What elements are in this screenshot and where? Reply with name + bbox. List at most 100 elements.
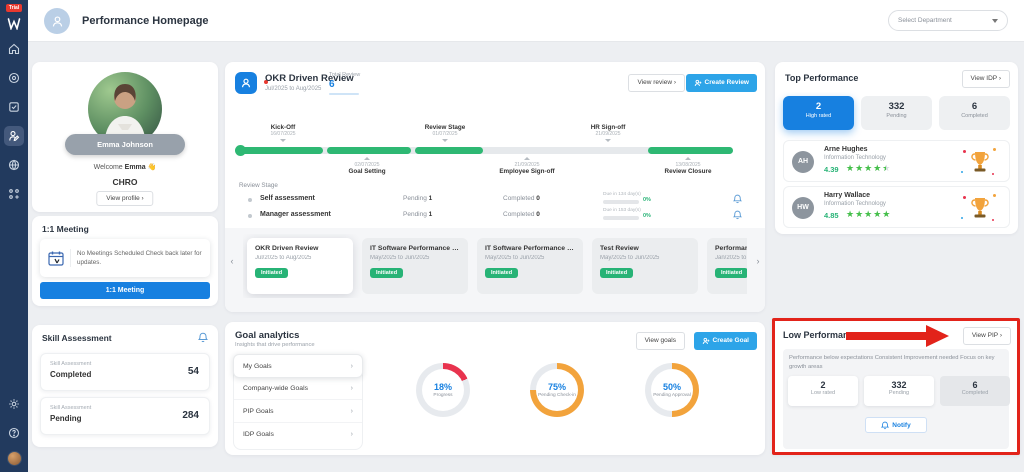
calendar-icon: [47, 249, 71, 267]
view-pip-button[interactable]: View PIP ›: [962, 327, 1011, 345]
top-performance-card: Top Performance View IDP › 2 High rated 3…: [775, 62, 1018, 234]
skill-title: Skill Assessment: [42, 333, 112, 343]
settings-icon[interactable]: [4, 394, 24, 414]
goal-category-pip[interactable]: PIP Goals ›: [234, 400, 362, 423]
assessment-percent: 0%: [643, 197, 651, 203]
person-department: Information Technology: [824, 201, 886, 207]
trial-badge: Trial: [5, 4, 23, 12]
skill-assessment-card: Skill Assessment Skill Assessment Comple…: [32, 325, 218, 447]
page-avatar-icon: [44, 8, 70, 34]
review-carousel-card[interactable]: Performance ReviewJan/2025 to Feb/2025In…: [707, 238, 747, 294]
skill-row-label: Pending: [50, 414, 82, 423]
meeting-button[interactable]: 1:1 Meeting: [40, 282, 210, 299]
notify-label: Notify: [892, 421, 911, 429]
stat-low-rated[interactable]: 2 Low rated: [788, 376, 858, 406]
stage-label: Review Stage: [239, 182, 278, 189]
assessment-name: Self assessment: [260, 195, 315, 202]
stat-pending[interactable]: 332 Pending: [864, 376, 934, 406]
user-avatar[interactable]: [6, 451, 22, 466]
assessment-percent: 0%: [643, 213, 651, 219]
stat-high-rated[interactable]: 2 High rated: [783, 96, 854, 130]
review-carousel-card[interactable]: Test Review May/2025 to Jun/2025 Initiated: [592, 238, 698, 294]
bullet-dot: [248, 214, 252, 218]
person-department: Information Technology: [824, 155, 886, 161]
review-carousel-card[interactable]: IT Software Performance Revi...May/2025 …: [362, 238, 468, 294]
page-title: Performance Homepage: [82, 15, 209, 27]
total-review-label: Total Review: [329, 72, 361, 78]
manager-assessment-row: Manager assessment Pending 1 Completed 0…: [225, 208, 765, 224]
stat-completed[interactable]: 6 Completed: [939, 96, 1010, 130]
stat-pending[interactable]: 332 Pending: [861, 96, 932, 130]
avatar: HW: [792, 197, 814, 219]
bell-icon[interactable]: [733, 210, 742, 220]
chevron-down-icon: [992, 18, 998, 23]
create-review-button[interactable]: Create Review: [685, 74, 757, 92]
top-performer-row[interactable]: AH Arne Hughes Information Technology 4.…: [783, 140, 1010, 182]
avatar: AH: [792, 151, 814, 173]
help-icon[interactable]: [4, 423, 24, 443]
skill-row-value: 54: [187, 366, 199, 377]
notify-button[interactable]: Notify: [865, 417, 927, 433]
pending-checkin-donut-chart: 75% Pending Check-in: [530, 363, 584, 417]
sidebar-bottom: [4, 385, 24, 472]
review-badge-icon: [235, 72, 269, 94]
skill-row-completed[interactable]: Skill Assessment Completed 54: [40, 353, 210, 391]
top-performance-title: Top Performance: [785, 73, 859, 83]
apps-icon[interactable]: [4, 184, 24, 204]
bell-icon[interactable]: [198, 332, 208, 343]
goals-icon[interactable]: [4, 68, 24, 88]
meeting-title: 1:1 Meeting: [42, 224, 89, 234]
person-plus-icon: [694, 79, 701, 87]
assessment-pending: Pending 1: [403, 195, 433, 202]
assessment-completed: Completed 0: [503, 211, 540, 218]
assessment-completed: Completed 0: [503, 195, 540, 202]
goal-category-company-wide[interactable]: Company-wide Goals ›: [234, 377, 362, 400]
carousel-next-button[interactable]: ›: [753, 256, 763, 266]
meeting-card: 1:1 Meeting No Meetings Scheduled Check …: [32, 216, 218, 306]
review-card: OKR Driven Review Jul/2025 to Aug/2025 T…: [225, 62, 765, 312]
bullet-dot: [248, 198, 252, 202]
total-review-value: 6: [329, 79, 335, 90]
person-rating: 4.85: [824, 211, 839, 220]
app-logo-icon[interactable]: [7, 18, 21, 30]
department-select-value: Select Department: [898, 17, 952, 24]
annotation-arrow: [846, 325, 952, 347]
view-goals-button[interactable]: View goals: [635, 332, 685, 350]
chevron-right-icon: ›: [350, 431, 353, 438]
skill-row-value: 284: [182, 410, 199, 421]
tasks-icon[interactable]: [4, 97, 24, 117]
assessment-due: Due in 153 day(s): [603, 208, 641, 213]
create-goal-label: Create Goal: [712, 337, 750, 344]
stat-completed[interactable]: 6 Completed: [940, 376, 1010, 406]
performance-icon[interactable]: [4, 126, 24, 146]
sidebar: Trial: [0, 0, 28, 472]
review-date-range: Jul/2025 to Aug/2025: [265, 86, 322, 92]
create-goal-button[interactable]: Create Goal: [693, 332, 757, 350]
view-profile-button[interactable]: View profile ›: [96, 191, 154, 206]
top-performer-row[interactable]: HW Harry Wallace Information Technology …: [783, 186, 1010, 228]
view-idp-button[interactable]: View IDP ›: [961, 70, 1010, 88]
timeline-start-dot: [235, 145, 246, 156]
top-performance-stats: 2 High rated 332 Pending 6 Completed: [783, 96, 1010, 130]
self-assessment-row: Self assessment Pending 1 Completed 0 Du…: [225, 192, 765, 208]
view-review-button[interactable]: View review ›: [628, 74, 685, 92]
goal-category-my-goals[interactable]: My Goals ›: [233, 354, 363, 378]
review-carousel-card[interactable]: OKR Driven Review Jul/2025 to Aug/2025 Ini…: [247, 238, 353, 294]
person-name: Harry Wallace: [824, 192, 871, 199]
bell-icon[interactable]: [733, 194, 742, 204]
skill-row-label: Completed: [50, 370, 92, 379]
carousel-prev-button[interactable]: ‹: [227, 256, 237, 266]
create-review-label: Create Review: [704, 79, 749, 86]
department-select[interactable]: Select Department: [888, 10, 1008, 31]
status-badge: Initiated: [715, 268, 747, 278]
goal-category-list: My Goals › Company-wide Goals › PIP Goals ›…: [233, 354, 363, 450]
assessment-pending: Pending 1: [403, 211, 433, 218]
review-carousel-card[interactable]: IT Software Performance Revi...May/2025 …: [477, 238, 583, 294]
skill-row-pending[interactable]: Skill Assessment Pending 284: [40, 397, 210, 435]
star-rating: ★★★★★ ★★★★★: [846, 163, 892, 173]
meeting-empty-state: No Meetings Scheduled Check back later f…: [40, 239, 210, 277]
goal-category-idp[interactable]: IDP Goals ›: [234, 423, 362, 446]
home-icon[interactable]: [4, 39, 24, 59]
star-rating: ★★★★★ ★★★★★: [846, 209, 892, 219]
org-icon[interactable]: [4, 155, 24, 175]
